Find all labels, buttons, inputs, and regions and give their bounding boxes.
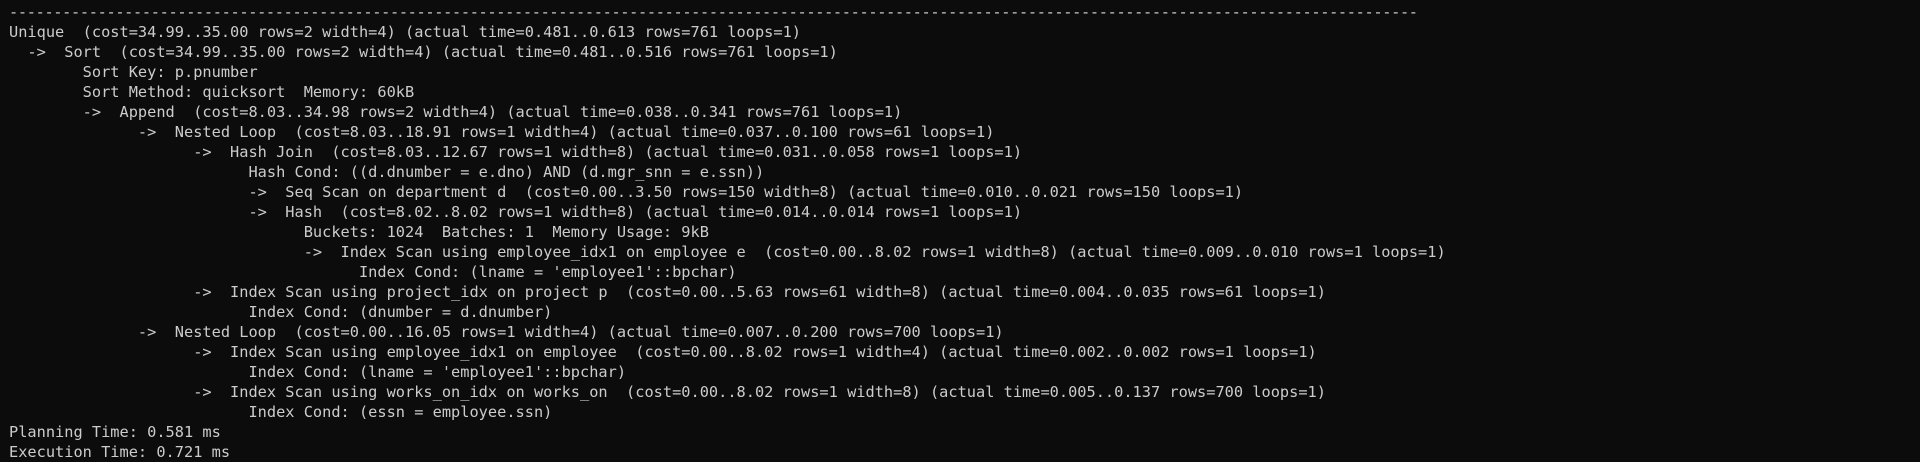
plan-line-index-cond-dnumber: Index Cond: (dnumber = d.dnumber): [9, 303, 553, 321]
planning-time: Planning Time: 0.581 ms: [9, 423, 221, 441]
plan-line-nested-loop-2: -> Nested Loop (cost=0.00..16.05 rows=1 …: [9, 323, 1004, 341]
plan-line-index-cond-essn: Index Cond: (essn = employee.ssn): [9, 403, 553, 421]
execution-time: Execution Time: 0.721 ms: [9, 443, 231, 461]
plan-line-nested-loop-1: -> Nested Loop (cost=8.03..18.91 rows=1 …: [9, 123, 995, 141]
plan-line-hash-cond: Hash Cond: ((d.dnumber = e.dno) AND (d.m…: [9, 163, 765, 181]
plan-line-index-cond-lname-2: Index Cond: (lname = 'employee1'::bpchar…: [9, 363, 627, 381]
plan-line-seq-scan-department: -> Seq Scan on department d (cost=0.00..…: [9, 183, 1244, 201]
plan-line-hash-join: -> Hash Join (cost=8.03..12.67 rows=1 wi…: [9, 143, 1023, 161]
plan-line-index-cond-lname-1: Index Cond: (lname = 'employee1'::bpchar…: [9, 263, 737, 281]
terminal-output[interactable]: ----------------------------------------…: [9, 2, 1914, 462]
plan-line-unique: Unique (cost=34.99..35.00 rows=2 width=4…: [9, 23, 802, 41]
plan-line-buckets: Buckets: 1024 Batches: 1 Memory Usage: 9…: [9, 223, 709, 241]
plan-line-sort-method: Sort Method: quicksort Memory: 60kB: [9, 83, 415, 101]
plan-line-index-scan-project: -> Index Scan using project_idx on proje…: [9, 283, 1326, 301]
separator-line: ----------------------------------------…: [9, 3, 1420, 21]
plan-line-sort: -> Sort (cost=34.99..35.00 rows=2 width=…: [9, 43, 838, 61]
plan-line-index-scan-employee-e: -> Index Scan using employee_idx1 on emp…: [9, 243, 1446, 261]
plan-line-index-scan-employee: -> Index Scan using employee_idx1 on emp…: [9, 343, 1317, 361]
plan-line-append: -> Append (cost=8.03..34.98 rows=2 width…: [9, 103, 903, 121]
plan-line-hash: -> Hash (cost=8.02..8.02 rows=1 width=8)…: [9, 203, 1023, 221]
plan-line-sort-key: Sort Key: p.pnumber: [9, 63, 258, 81]
plan-line-index-scan-works-on: -> Index Scan using works_on_idx on work…: [9, 383, 1326, 401]
